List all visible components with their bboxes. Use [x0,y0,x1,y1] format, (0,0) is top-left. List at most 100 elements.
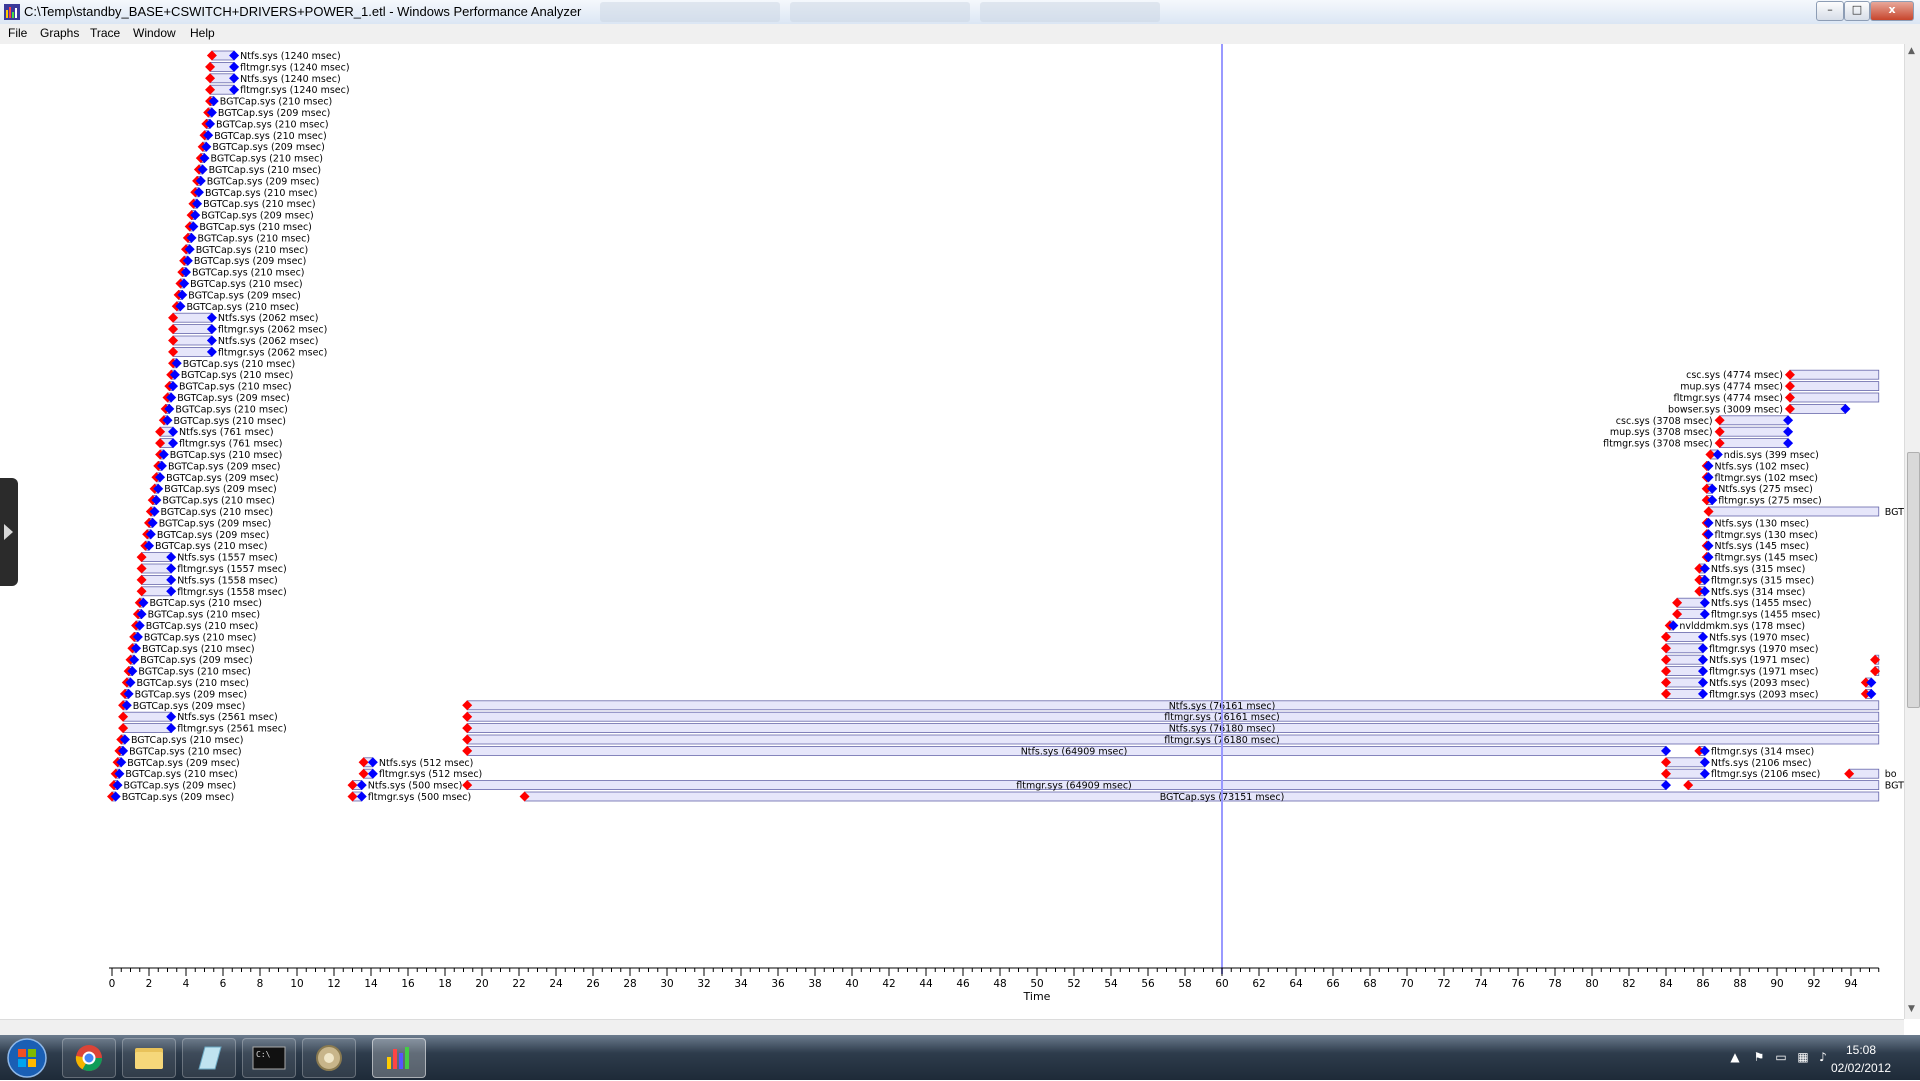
expand-arrow-icon [4,524,13,540]
x-tick-label: 90 [1770,978,1783,990]
delay-bar[interactable] [172,312,213,323]
delay-bar[interactable] [1719,426,1789,437]
menu-help[interactable]: Help [190,26,215,40]
delay-bar[interactable] [1665,654,1704,665]
delay-bar[interactable] [1665,643,1704,654]
x-tick-label: 26 [586,978,600,990]
x-tick-label: 30 [660,978,673,990]
delay-label: fltmgr.sys (1240 msec) [240,85,349,96]
wpa-button[interactable] [372,1038,426,1078]
background-window-tab [600,2,780,22]
delay-bar[interactable] [1789,403,1846,414]
delay-bar[interactable] [172,346,213,357]
show-hidden-icons-icon[interactable]: ▲ [1728,1050,1742,1064]
delay-label: BGTCap.sys (210 msec) [196,245,309,256]
x-tick-label: 82 [1622,978,1635,990]
delay-label: Ntfs.sys (1240 msec) [240,51,341,62]
vertical-scrollbar[interactable]: ▲ ▼ [1904,44,1920,1019]
delay-label: Ntfs.sys (2062 msec) [218,313,319,324]
background-window-tab [980,2,1160,22]
scroll-down-icon[interactable]: ▼ [1908,1004,1915,1014]
menu-trace[interactable]: Trace [90,26,120,40]
chrome-button[interactable] [62,1038,116,1078]
x-tick-label: 62 [1252,978,1265,990]
driver-delays-graph[interactable]: Ntfs.sys (1240 msec) fltmgr.sys (1240 mse… [0,44,1920,1019]
delay-bar[interactable] [1665,768,1706,779]
gantt-chart[interactable]: Ntfs.sys (1240 msec) fltmgr.sys (1240 mse… [0,44,1920,1019]
delay-bar[interactable] [122,723,172,733]
wpa-app-icon[interactable] [4,4,20,20]
delay-bar[interactable] [1687,780,1880,790]
menu-graphs[interactable]: Graphs [40,26,79,40]
x-tick-label: 20 [475,978,488,990]
delay-bar[interactable] [1665,666,1704,676]
clock-date[interactable]: 02/02/2012 [1826,1061,1896,1075]
menu-file[interactable]: File [8,26,27,40]
x-tick-label: 36 [771,978,785,990]
delay-bar[interactable] [172,335,213,346]
delay-bar[interactable] [1789,392,1880,403]
graph-explorer-toggle[interactable] [0,478,18,586]
minimize-button[interactable]: – [1816,1,1844,21]
x-tick-label: 76 [1511,978,1525,990]
tool-button[interactable] [302,1038,356,1078]
delay-label: Ntfs.sys (761 msec) [179,427,274,438]
delay-bar[interactable] [1665,757,1706,768]
delay-label: BGTCap.sys (210 msec) [161,507,274,518]
delay-bar[interactable] [1665,689,1704,699]
delay-label: Ntfs.sys (1557 msec) [177,553,278,564]
delay-end-marker[interactable] [1703,517,1714,528]
x-tick-label: 74 [1474,978,1488,990]
delay-bar[interactable] [1789,381,1880,392]
delay-label: bowser.sys (3009 msec) [1668,404,1783,415]
delay-label: BGTCap.sys (209 msec) [194,256,307,267]
network-icon[interactable]: ▦ [1796,1050,1810,1064]
delay-bar[interactable] [1665,677,1704,688]
delay-bar[interactable] [1719,438,1789,449]
folder-icon [135,1048,163,1069]
delay-label: BGTCap.sys (210 msec) [199,222,312,233]
clock-time[interactable]: 15:08 [1826,1043,1896,1057]
delay-label: BGTCap.sys (210 msec) [162,496,275,507]
delay-label: BGTCap.sys (210 msec) [129,746,242,757]
delay-end-marker[interactable] [1703,540,1714,551]
notes-button[interactable] [182,1038,236,1078]
horizontal-scrollbar[interactable] [0,1019,1904,1036]
close-button[interactable]: x [1870,1,1914,21]
delay-bar[interactable] [1789,369,1880,380]
action-center-icon[interactable]: ⚑ [1752,1050,1766,1064]
delay-label: BGTCap.sys (210 msec) [137,678,250,689]
delay-label: BGTCap.sys (210 msec) [186,302,299,313]
power-icon[interactable]: ▭ [1774,1050,1788,1064]
x-tick-label: 42 [882,978,895,990]
delay-bar[interactable] [1665,632,1704,642]
scroll-up-icon[interactable]: ▲ [1908,46,1915,56]
delay-end-marker[interactable] [1703,529,1714,540]
cmd-button[interactable]: C:\ [242,1038,296,1078]
delay-label: BGTCap.sys (210 msec) [211,154,324,165]
delay-label: BGTCap.sys (209 msec) [133,701,246,712]
x-tick-label: 58 [1178,978,1191,990]
start-button[interactable] [6,1037,48,1079]
menu-window[interactable]: Window [133,26,176,40]
delay-bar[interactable] [172,324,213,335]
delay-label: fltmgr.sys (1970 msec) [1709,644,1818,655]
delay-label: BGTCap.sys (210 msec) [155,541,268,552]
delay-bar[interactable] [1708,506,1880,517]
restore-button[interactable]: □ [1844,1,1870,21]
delay-end-marker[interactable] [1703,472,1714,483]
delay-label: BGTCap.sys (209 msec) [164,484,277,495]
x-tick-label: 28 [623,978,636,990]
delay-label: BGTCap.sys (210 msec) [190,279,303,290]
x-tick-label: 38 [808,978,821,990]
delay-bar[interactable] [122,711,172,722]
delay-bar[interactable] [1719,415,1789,426]
delay-label: csc.sys (4774 msec) [1686,370,1783,381]
delay-label: fltmgr.sys (314 msec) [1711,746,1814,757]
console-icon: C:\ [252,1046,286,1070]
performance-analyzer-icon [387,1047,409,1069]
delay-end-marker[interactable] [1703,460,1714,471]
delay-end-marker[interactable] [1703,552,1714,563]
vertical-scroll-thumb[interactable] [1907,452,1920,708]
explorer-button[interactable] [122,1038,176,1078]
